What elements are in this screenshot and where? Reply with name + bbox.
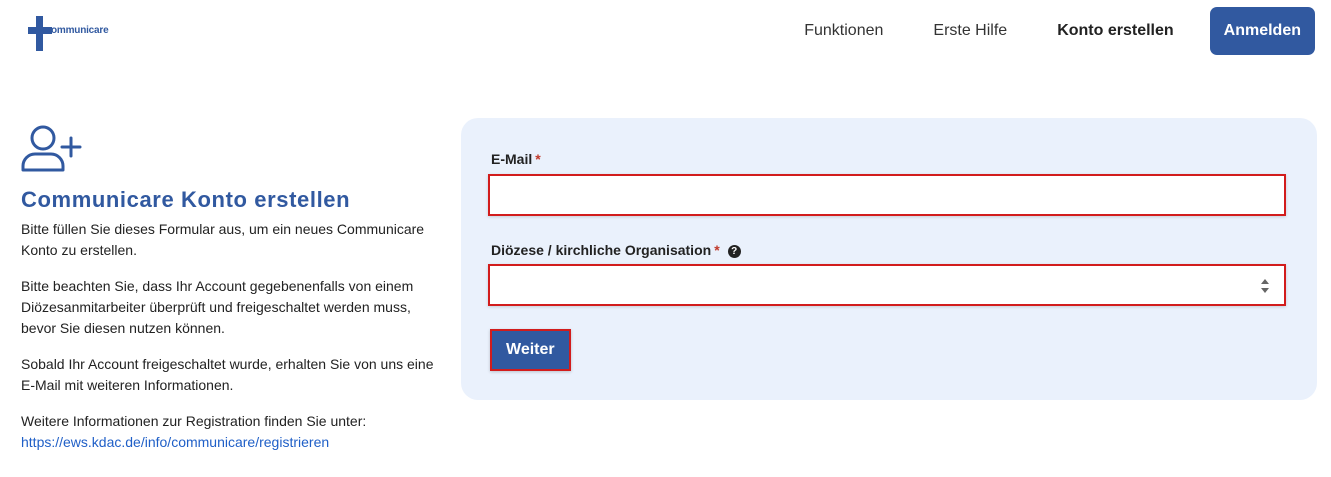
registration-form-card: E-Mail * Diözese / kirchliche Organisatio… [461, 118, 1317, 400]
page-title: Communicare Konto erstellen [21, 187, 351, 212]
intro-paragraph-1: Bitte füllen Sie dieses Formular aus, um… [21, 221, 425, 258]
login-button[interactable]: Anmelden [1209, 7, 1315, 55]
communicare-logo[interactable]: ommunicare [28, 16, 128, 52]
email-label-text: E-Mail [491, 151, 533, 167]
nav-erste-hilfe[interactable]: Erste Hilfe [933, 22, 1007, 40]
org-label-text: Diözese / kirchliche Organisation [491, 242, 712, 258]
user-plus-icon [21, 125, 82, 172]
nav-funktionen[interactable]: Funktionen [804, 22, 883, 40]
weiter-button[interactable]: Weiter [490, 329, 571, 371]
email-field[interactable] [488, 174, 1286, 216]
logo-cross-horizontal [28, 27, 52, 34]
intro-section: Communicare Konto erstellen Bitte füllen… [21, 124, 441, 468]
required-mark: * [535, 151, 541, 167]
email-input[interactable] [490, 176, 1284, 214]
org-label: Diözese / kirchliche Organisation *? [491, 242, 741, 258]
select-arrows-icon [1261, 279, 1269, 293]
info-text: Weitere Informationen zur Registration f… [21, 413, 367, 429]
intro-paragraph-4: Weitere Informationen zur Registration f… [21, 411, 441, 453]
registration-info-link[interactable]: https://ews.kdac.de/info/communicare/reg… [21, 434, 329, 450]
intro-paragraph-2: Bitte beachten Sie, dass Ihr Account geg… [21, 278, 414, 336]
org-select[interactable] [488, 264, 1286, 306]
help-icon[interactable]: ? [727, 245, 741, 258]
nav-konto-erstellen[interactable]: Konto erstellen [1057, 22, 1173, 40]
required-mark: * [714, 242, 720, 258]
email-label: E-Mail * [491, 151, 541, 167]
main-nav: Funktionen Erste Hilfe Konto erstellen A… [804, 7, 1315, 55]
logo-text: ommunicare [51, 25, 109, 36]
intro-paragraph-3: Sobald Ihr Account freigeschaltet wurde,… [21, 356, 434, 393]
